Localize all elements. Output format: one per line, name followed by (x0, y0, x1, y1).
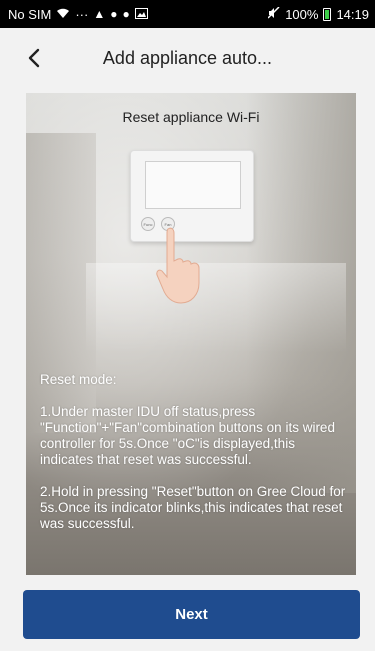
back-button[interactable] (18, 42, 50, 74)
carrier-label: No SIM (8, 6, 52, 22)
next-button[interactable]: Next (23, 590, 360, 639)
reset-step-1: 1.Under master IDU off status,press "Fun… (40, 404, 335, 467)
page-title: Add appliance auto... (102, 47, 273, 68)
mute-icon (267, 6, 280, 21)
status-bar: No SIM ··· ▲ ● ● 100% 14:19 (0, 0, 375, 28)
chat-icon-2: ● (122, 7, 130, 21)
battery-percent: 100% (285, 6, 319, 22)
card-title: Reset appliance Wi-Fi (122, 109, 260, 125)
reset-step-2: 2.Hold in pressing "Reset"button on Gree… (40, 484, 346, 531)
background-room-highlight (86, 263, 346, 353)
status-extra: ··· (75, 6, 89, 22)
controller-screen (145, 161, 241, 209)
warning-icon: ▲ (93, 7, 106, 21)
chat-icon: ● (110, 7, 118, 21)
battery-icon (323, 7, 332, 21)
reset-mode-label: Reset mode: (40, 372, 117, 387)
reset-instructions: Reset mode: 1.Under master IDU off statu… (40, 372, 348, 548)
image-icon (134, 7, 148, 21)
status-bar-right: 100% 14:19 (267, 6, 369, 22)
instruction-card: Reset appliance Wi-Fi Func Fan Reset mod… (26, 93, 356, 575)
chevron-left-icon (28, 48, 40, 68)
clock: 14:19 (336, 6, 369, 22)
app-header: Add appliance auto... (0, 28, 375, 88)
hand-pointer-icon (156, 227, 200, 304)
wifi-icon (56, 8, 70, 21)
status-bar-left: No SIM ··· ▲ ● ● (8, 7, 148, 22)
